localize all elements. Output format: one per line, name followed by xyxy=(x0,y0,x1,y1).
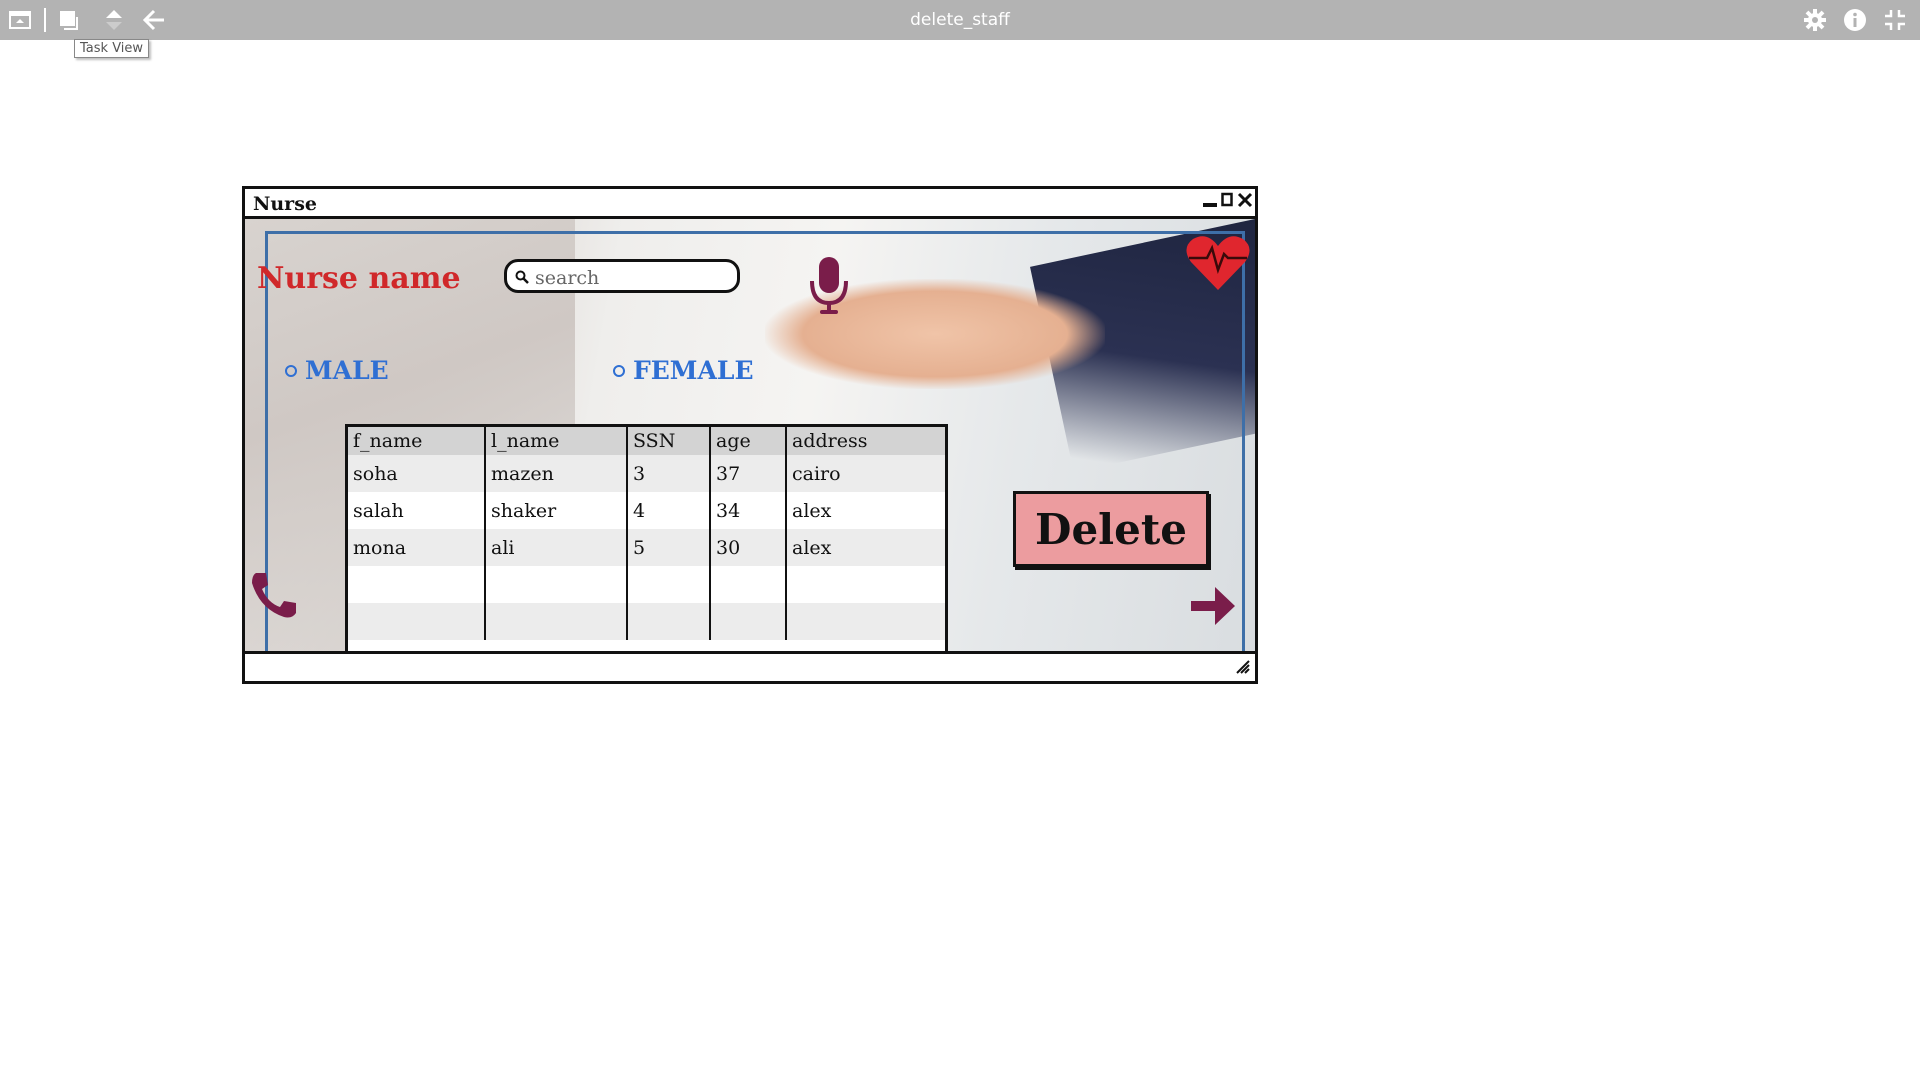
window-title-bar[interactable]: Nurse xyxy=(245,189,1255,219)
settings-gear-icon[interactable] xyxy=(1803,8,1827,32)
nurse-window: Nurse Nurse name MALE xyxy=(242,186,1258,684)
column-header-l-name[interactable]: l_name xyxy=(485,427,628,455)
column-header-f-name[interactable]: f_name xyxy=(348,427,486,455)
male-label: MALE xyxy=(305,356,389,385)
table-cell[interactable] xyxy=(627,603,711,640)
info-icon[interactable] xyxy=(1843,8,1867,32)
search-box[interactable] xyxy=(504,259,740,293)
maximize-icon[interactable] xyxy=(1221,191,1233,216)
column-header-ssn[interactable]: SSN xyxy=(627,427,711,455)
search-icon xyxy=(515,269,529,288)
form-content: Nurse name MALE FEMALE xyxy=(245,219,1255,651)
female-label: FEMALE xyxy=(633,356,754,385)
table-cell[interactable]: 37 xyxy=(710,455,787,492)
table-cell[interactable] xyxy=(348,603,486,640)
table-cell[interactable]: shaker xyxy=(485,492,628,529)
table-cell[interactable]: 30 xyxy=(710,529,787,566)
female-radio-circle[interactable] xyxy=(613,364,625,377)
table-cell[interactable] xyxy=(786,603,945,640)
table-cell[interactable]: ali xyxy=(485,529,628,566)
resize-handle-icon[interactable] xyxy=(1235,659,1251,679)
table-cell[interactable]: mazen xyxy=(485,455,628,492)
top-bar: delete_staff xyxy=(0,0,1920,40)
close-icon[interactable] xyxy=(1237,191,1253,216)
table-cell[interactable] xyxy=(710,566,787,603)
female-radio[interactable]: FEMALE xyxy=(613,356,754,385)
table-row[interactable]: salah shaker 4 34 alex xyxy=(348,492,945,529)
table-cell[interactable]: mona xyxy=(348,529,486,566)
table-row[interactable] xyxy=(348,566,945,603)
nurse-name-label: Nurse name xyxy=(257,261,461,296)
table-cell[interactable]: 3 xyxy=(627,455,711,492)
table-row[interactable] xyxy=(348,603,945,640)
search-input[interactable] xyxy=(533,264,737,292)
table-cell[interactable] xyxy=(485,566,628,603)
table-cell[interactable]: 34 xyxy=(710,492,787,529)
table-cell[interactable] xyxy=(710,603,787,640)
table-row[interactable]: mona ali 5 30 alex xyxy=(348,529,945,566)
table-cell[interactable] xyxy=(348,566,486,603)
exit-fullscreen-icon[interactable] xyxy=(1883,8,1907,32)
table-header-row: f_name l_name SSN age address xyxy=(348,427,945,455)
table-cell[interactable] xyxy=(786,566,945,603)
table-cell[interactable]: alex xyxy=(786,529,945,566)
heart-pulse-icon xyxy=(1185,234,1251,296)
table-cell[interactable]: cairo xyxy=(786,455,945,492)
next-arrow-icon[interactable] xyxy=(1185,579,1239,637)
table-cell[interactable]: alex xyxy=(786,492,945,529)
male-radio[interactable]: MALE xyxy=(285,356,389,385)
male-radio-circle[interactable] xyxy=(285,364,297,377)
table-cell[interactable]: 5 xyxy=(627,529,711,566)
column-header-address[interactable]: address xyxy=(786,427,945,455)
nurse-table: f_name l_name SSN age address soha mazen… xyxy=(345,424,948,651)
table-cell[interactable] xyxy=(485,603,628,640)
phone-icon[interactable] xyxy=(248,569,300,625)
table-cell[interactable] xyxy=(627,566,711,603)
table-cell[interactable]: 4 xyxy=(627,492,711,529)
table-cell[interactable]: salah xyxy=(348,492,486,529)
column-header-age[interactable]: age xyxy=(710,427,787,455)
table-cell[interactable]: soha xyxy=(348,455,486,492)
task-view-tooltip: Task View xyxy=(74,39,150,58)
window-status-bar xyxy=(245,651,1255,681)
microphone-icon[interactable] xyxy=(807,255,851,323)
minimize-icon[interactable] xyxy=(1203,191,1217,216)
app-title: delete_staff xyxy=(910,10,1010,30)
window-title: Nurse xyxy=(253,193,317,215)
delete-button[interactable]: Delete xyxy=(1013,491,1209,567)
table-row[interactable]: soha mazen 3 37 cairo xyxy=(348,455,945,492)
